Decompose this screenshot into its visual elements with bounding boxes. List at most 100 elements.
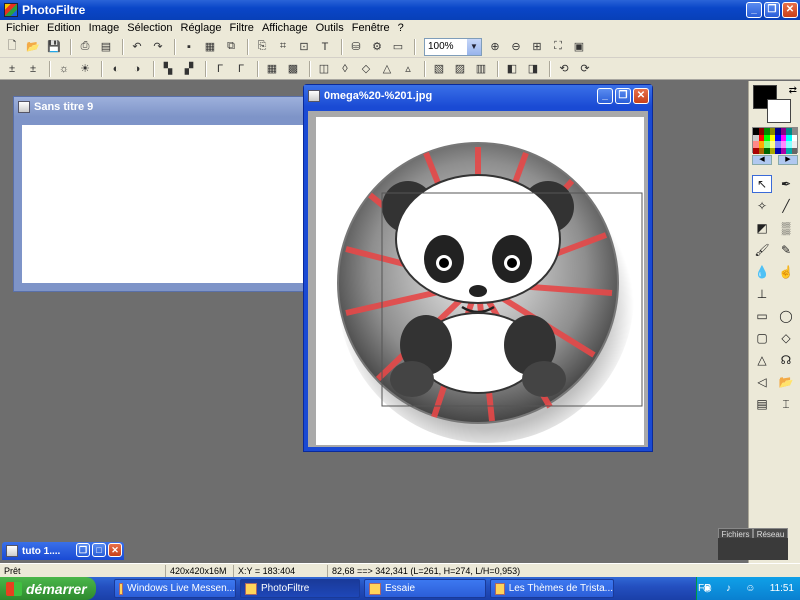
palette-prev-button[interactable]: ◀	[752, 155, 772, 165]
color-palette-grid[interactable]	[752, 127, 798, 154]
task-messenger[interactable]: Windows Live Messen...	[114, 579, 236, 598]
contrast-plus-icon[interactable]: ◑	[128, 60, 146, 78]
eyedropper-tool-icon[interactable]: ✒	[776, 175, 796, 193]
polygon-selection-icon[interactable]: ◁	[752, 373, 772, 391]
menu-image[interactable]: Image	[85, 22, 124, 34]
explorer-icon[interactable]: ⛁	[347, 38, 365, 56]
rotate-right-icon[interactable]: ⟳	[576, 60, 594, 78]
grey-square-icon[interactable]: ▪	[180, 38, 198, 56]
sharpen-icon[interactable]: ◇	[357, 60, 375, 78]
flip-vertical-icon[interactable]: ◨	[524, 60, 542, 78]
zoom-out-icon[interactable]: ⊖	[507, 38, 525, 56]
close-button[interactable]: ✕	[633, 88, 649, 104]
maximize-button[interactable]: ❐	[615, 88, 631, 104]
tray-messenger-icon[interactable]: ☺	[745, 583, 755, 594]
color-grid-icon[interactable]: ▦	[201, 38, 219, 56]
menu-fenetre[interactable]: Fenêtre	[348, 22, 394, 34]
stamp-tool-icon[interactable]: ⊥	[752, 285, 772, 303]
minimize-button[interactable]: _	[746, 2, 762, 18]
rotate-left-icon[interactable]: ⟲	[555, 60, 573, 78]
smudge-tool-icon[interactable]: ☝	[776, 263, 796, 281]
diamond-selection-icon[interactable]: ◇	[776, 329, 796, 347]
image-size-icon[interactable]: ⧉	[222, 38, 240, 56]
menu-reglage[interactable]: Réglage	[177, 22, 226, 34]
line-tool-icon[interactable]: ╱	[776, 197, 796, 215]
print-icon[interactable]: ⎙	[76, 38, 94, 56]
saturation-minus-icon[interactable]: ▚	[159, 60, 177, 78]
color-filter-icon[interactable]: ▧	[430, 60, 448, 78]
maximize-button[interactable]: ❐	[764, 2, 780, 18]
untitled-window-titlebar[interactable]: Sans titre 9	[14, 97, 312, 117]
clock[interactable]: 11:51	[770, 583, 794, 594]
new-file-icon[interactable]: 🗋	[3, 38, 21, 56]
gamma-minus-icon[interactable]: Γ	[211, 60, 229, 78]
menu-selection[interactable]: Sélection	[123, 22, 176, 34]
folder-selection-icon[interactable]: 📂	[776, 373, 796, 391]
fill-tool-icon[interactable]: ◩	[752, 219, 772, 237]
effect-icon[interactable]: ▵	[399, 60, 417, 78]
undo-icon[interactable]: ↶	[128, 38, 146, 56]
rounded-rect-selection-icon[interactable]: ▢	[752, 329, 772, 347]
sepia-icon[interactable]: ▩	[284, 60, 302, 78]
restore-button[interactable]: ❐	[76, 543, 90, 557]
triangle-selection-icon[interactable]: △	[752, 351, 772, 369]
minimized-window[interactable]: tuto 1.... ❐ □ ✕	[2, 542, 124, 560]
open-folder-icon[interactable]: 📂	[24, 38, 42, 56]
spray-tool-icon[interactable]: ▒	[776, 219, 796, 237]
crop-icon[interactable]: ⌗	[274, 38, 292, 56]
swap-colors-icon[interactable]: ⇄	[789, 85, 797, 96]
magic-wand-tool-icon[interactable]: ✧	[752, 197, 772, 215]
task-photofiltre[interactable]: PhotoFiltre	[240, 579, 360, 598]
texture-icon[interactable]: ▥	[472, 60, 490, 78]
ellipse-selection-icon[interactable]: ◯	[776, 307, 796, 325]
crop-selection-icon[interactable]: ⊡	[295, 38, 313, 56]
scan-icon[interactable]: ▤	[97, 38, 115, 56]
contrast-minus-icon[interactable]: ◐	[107, 60, 125, 78]
full-screen-icon[interactable]: ⛶	[549, 38, 567, 56]
palette-next-button[interactable]: ▶	[778, 155, 798, 165]
save-icon[interactable]: 💾	[45, 38, 63, 56]
rectangle-selection-icon[interactable]: ▭	[752, 307, 772, 325]
pointer-tool-icon[interactable]: ↖	[752, 175, 772, 193]
advanced-brush-tool-icon[interactable]: ✎	[776, 241, 796, 259]
gradient-icon[interactable]: ▨	[451, 60, 469, 78]
task-themes[interactable]: Les Thèmes de Trista...	[490, 579, 614, 598]
saturation-plus-icon[interactable]: ▞	[180, 60, 198, 78]
lasso-selection-icon[interactable]: ☊	[776, 351, 796, 369]
language-indicator[interactable]: FR	[698, 583, 711, 594]
start-button[interactable]: démarrer	[0, 577, 96, 600]
auto-contrast-icon[interactable]: ±	[24, 60, 42, 78]
monitor-icon[interactable]: ▣	[570, 38, 588, 56]
redo-icon[interactable]: ↷	[149, 38, 167, 56]
close-button[interactable]: ✕	[782, 2, 798, 18]
image-canvas[interactable]	[316, 117, 644, 445]
minimize-button[interactable]: _	[597, 88, 613, 104]
automation-icon[interactable]: ⚙	[368, 38, 386, 56]
menu-help[interactable]: ?	[394, 22, 408, 34]
window-icon[interactable]: ▭	[389, 38, 407, 56]
chevron-down-icon[interactable]: ▼	[467, 38, 481, 55]
sharpen-more-icon[interactable]: △	[378, 60, 396, 78]
menu-filtre[interactable]: Filtre	[225, 22, 257, 34]
zoom-select[interactable]: 100% ▼	[424, 37, 482, 56]
text-tool-icon[interactable]: T	[316, 38, 334, 56]
text-frame-icon[interactable]: ⌶	[776, 395, 796, 413]
blur-icon[interactable]: ◫	[315, 60, 333, 78]
frame-icon[interactable]: ▤	[752, 395, 772, 413]
brightness-plus-icon[interactable]: ☀	[76, 60, 94, 78]
menu-fichier[interactable]: Fichier	[2, 22, 43, 34]
zoom-in-icon[interactable]: ⊕	[486, 38, 504, 56]
brightness-minus-icon[interactable]: ☼	[55, 60, 73, 78]
blur-tool-icon[interactable]: 💧	[752, 263, 772, 281]
drop-icon[interactable]: ◊	[336, 60, 354, 78]
auto-levels-icon[interactable]: ±	[3, 60, 21, 78]
greyscale-icon[interactable]: ▦	[263, 60, 281, 78]
tray-volume-icon[interactable]: ♪	[726, 583, 731, 594]
untitled-canvas[interactable]	[22, 125, 308, 283]
gamma-plus-icon[interactable]: Γ	[232, 60, 250, 78]
menu-outils[interactable]: Outils	[312, 22, 348, 34]
brush-tool-icon[interactable]: 🖌	[752, 241, 772, 259]
maximize-button[interactable]: □	[92, 543, 106, 557]
close-button[interactable]: ✕	[108, 543, 122, 557]
menu-edition[interactable]: Edition	[43, 22, 85, 34]
